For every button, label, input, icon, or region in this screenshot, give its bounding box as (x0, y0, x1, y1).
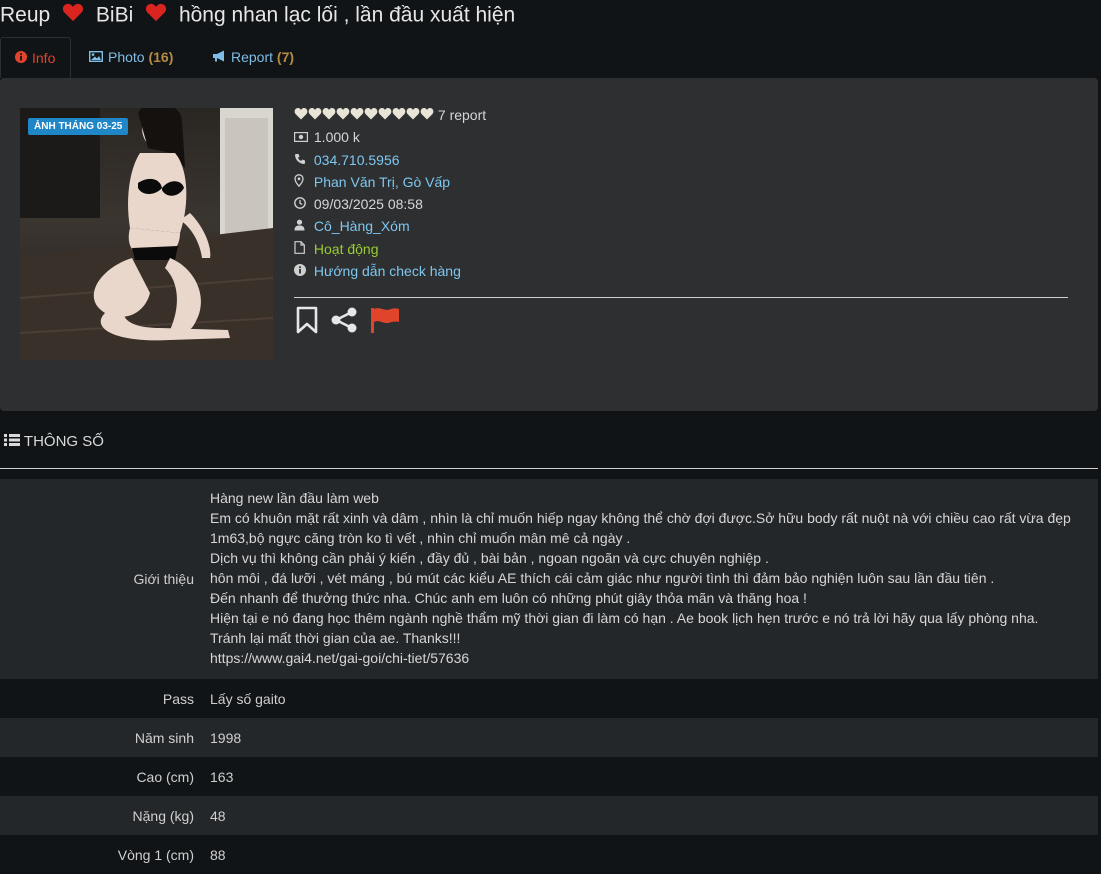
heart-icon (350, 107, 364, 120)
spec-value: Lấy số gaito (210, 690, 286, 707)
table-row: Cao (cm) 163 (0, 757, 1098, 796)
intro-line: hôn môi , đá lưỡi , vét máng , bú mút cá… (210, 570, 995, 586)
spec-label: Nặng (kg) (132, 807, 194, 824)
tab-photo-label: Photo (108, 49, 145, 65)
tab-report-count: (7) (276, 49, 295, 65)
divider (294, 297, 1068, 298)
spec-label: Giới thiệu (133, 571, 194, 587)
section-divider (0, 468, 1098, 469)
intro-line: Tránh lại mất thời gian của ae. Thanks!!… (210, 630, 461, 646)
profile-photo[interactable]: ẢNH THÁNG 03-25 (20, 108, 273, 360)
title-text: hồng nhan lạc lối , lần đầu xuất hiện (178, 3, 516, 27)
table-row: Nặng (kg) 48 (0, 796, 1098, 835)
intro-line: Hiện tại e nó đang học thêm ngành nghề t… (210, 610, 1039, 626)
section-header: THÔNG SỐ (4, 431, 104, 453)
page-title: Reup BiBi hồng nhan lạc lối , lần đầu xu… (0, 0, 1101, 30)
status-row: Hoạt động (294, 238, 1074, 260)
spec-value: Hàng new lần đầu làm web Em có khuôn mặt… (210, 479, 1098, 679)
profile-info: 7 report 1.000 k 034.710.5956 Phan Văn T… (294, 104, 1074, 282)
file-icon (294, 239, 308, 261)
rating-hearts (294, 107, 438, 123)
spec-label: Cao (cm) (136, 768, 194, 785)
table-row: Năm sinh 1998 (0, 718, 1098, 757)
datetime-row: 09/03/2025 08:58 (294, 193, 1074, 215)
share-icon[interactable] (330, 307, 358, 336)
clock-icon (294, 194, 308, 216)
title-prefix: Reup (0, 3, 51, 27)
heart-icon (336, 107, 350, 120)
report-text: 7 report (437, 107, 487, 123)
heart-icon (364, 107, 378, 120)
spec-label: Pass (162, 690, 194, 707)
table-row: Vòng 1 (cm) 88 (0, 835, 1098, 874)
flag-icon[interactable] (370, 307, 400, 336)
photo-badge: ẢNH THÁNG 03-25 (28, 118, 129, 135)
intro-line: Hàng new lần đầu làm web (210, 490, 379, 506)
guide-link[interactable]: Hướng dẫn check hàng (314, 263, 461, 279)
tab-info-label: Info (32, 50, 56, 66)
heart-icon (392, 107, 406, 120)
action-bar (296, 306, 408, 336)
heart-icon (406, 107, 420, 120)
spec-value: 1998 (210, 729, 242, 746)
heart-icon (322, 107, 336, 120)
money-icon (294, 127, 309, 149)
tab-bar: Info Photo (16) Report (7) (0, 37, 1101, 78)
map-marker-icon (294, 172, 308, 194)
phone-icon (294, 150, 308, 172)
tab-report[interactable]: Report (7) (198, 37, 308, 78)
heart-icon (308, 107, 322, 120)
title-name: BiBi (95, 3, 134, 27)
user-icon (294, 216, 308, 238)
profile-panel: ẢNH THÁNG 03-25 7 report 1.000 k 034.710… (0, 78, 1098, 411)
heart-icon (145, 1, 167, 31)
info-icon (294, 261, 308, 283)
datetime-value: 09/03/2025 08:58 (313, 196, 423, 213)
price-value: 1.000 k (313, 129, 360, 146)
info-icon (15, 38, 27, 79)
photo-icon (88, 37, 104, 78)
intro-line: 1m63,bộ ngực căng tròn ko tì vết , nhìn … (210, 530, 631, 546)
megaphone-icon (212, 37, 226, 78)
price-row: 1.000 k (294, 126, 1074, 148)
table-row: Giới thiệu Hàng new lần đầu làm web Em c… (0, 479, 1098, 679)
bookmark-icon[interactable] (296, 306, 318, 337)
intro-line: Em có khuôn mặt rất xinh và dâm , nhìn l… (210, 510, 1071, 526)
phone-link[interactable]: 034.710.5956 (314, 152, 400, 168)
status-value: Hoạt động (313, 240, 379, 257)
tab-photo[interactable]: Photo (16) (75, 37, 187, 78)
location-row: Phan Văn Trị, Gò Vấp (294, 171, 1074, 193)
spec-label: Năm sinh (134, 729, 194, 746)
table-row: Pass Lấy số gaito (0, 679, 1098, 718)
report-row: 7 report (294, 104, 1074, 126)
spec-label: Vòng 1 (cm) (117, 846, 194, 863)
phone-row: 034.710.5956 (294, 149, 1074, 171)
list-icon (4, 433, 24, 450)
guide-row: Hướng dẫn check hàng (294, 260, 1074, 282)
intro-line: Dịch vụ thì không cần phải ý kiến , đầy … (210, 550, 769, 566)
intro-line: https://www.gai4.net/gai-goi/chi-tiet/57… (210, 650, 470, 666)
user-row: Cô_Hàng_Xóm (294, 215, 1074, 237)
section-title: THÔNG SỐ (23, 433, 104, 450)
user-link[interactable]: Cô_Hàng_Xóm (314, 218, 410, 234)
heart-icon (420, 107, 434, 120)
spec-table: Giới thiệu Hàng new lần đầu làm web Em c… (0, 479, 1098, 874)
spec-value: 88 (210, 846, 226, 863)
location-link[interactable]: Phan Văn Trị, Gò Vấp (314, 174, 450, 190)
spec-value: 48 (210, 807, 226, 824)
heart-icon (378, 107, 392, 120)
tab-info[interactable]: Info (0, 37, 71, 78)
tab-report-label: Report (231, 49, 274, 65)
heart-icon (294, 107, 308, 120)
intro-line: Đến nhanh để thưởng thức nha. Chúc anh e… (210, 590, 807, 606)
spec-value: 163 (210, 768, 234, 785)
heart-icon (62, 1, 84, 31)
tab-photo-count: (16) (148, 49, 174, 65)
intro-text: Hàng new lần đầu làm web Em có khuôn mặt… (210, 480, 1097, 678)
